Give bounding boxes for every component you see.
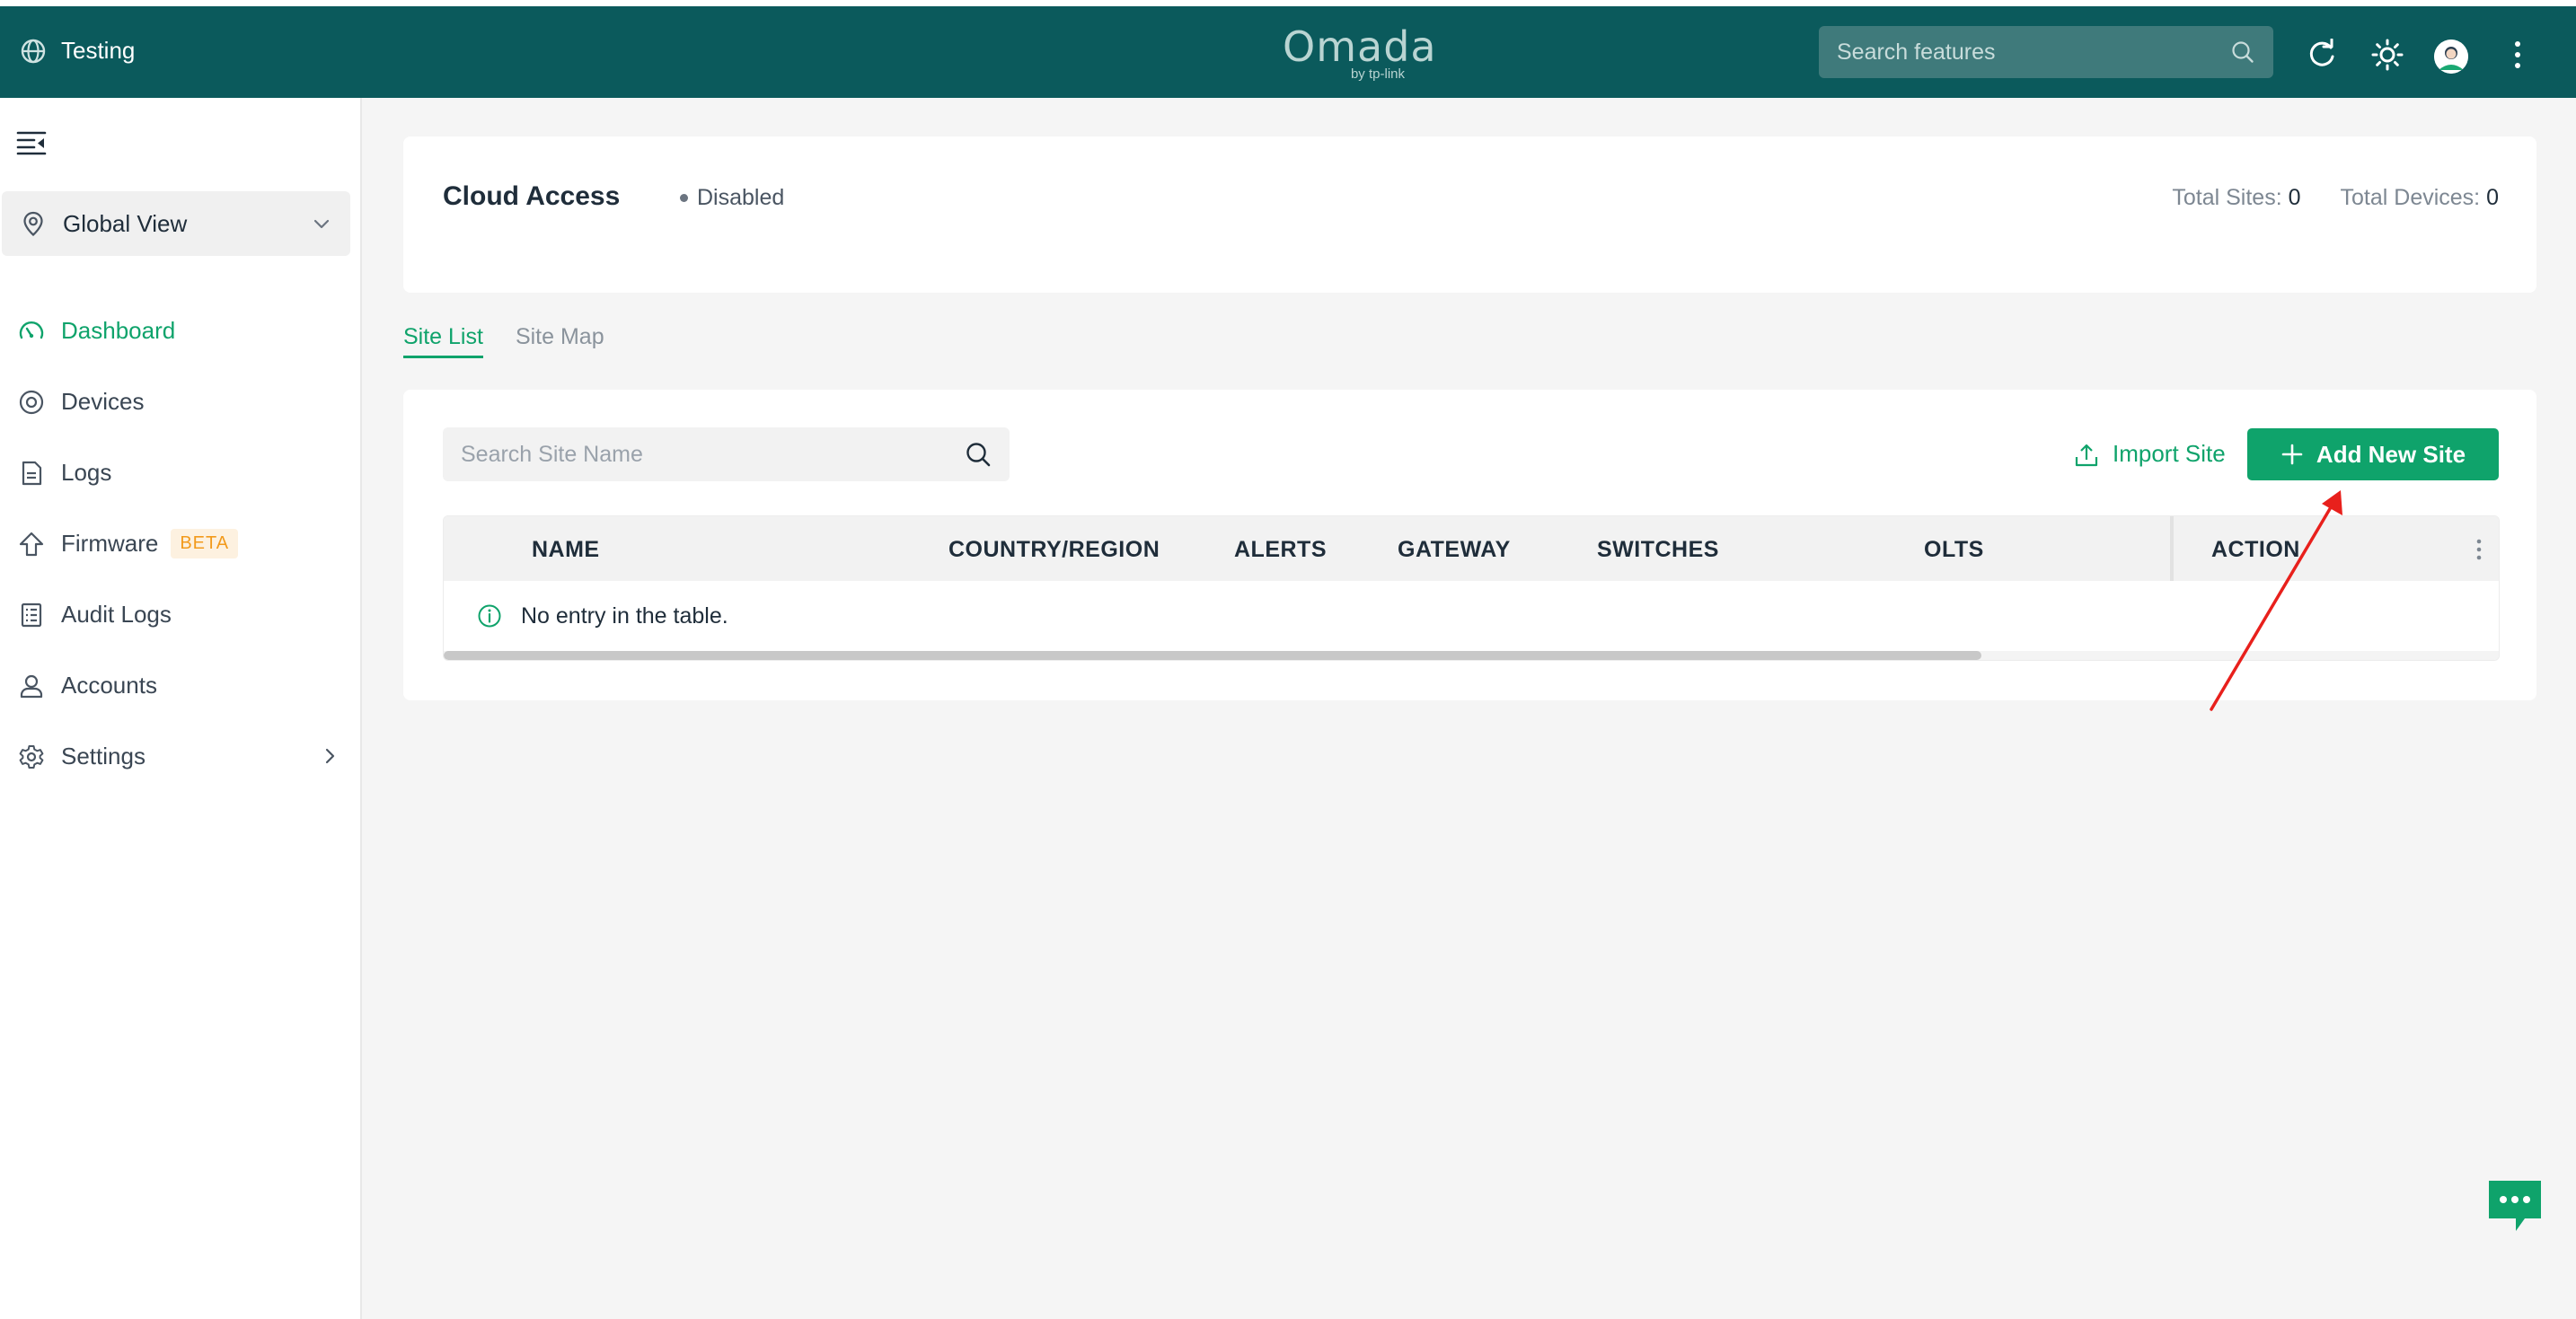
user-avatar[interactable] bbox=[2434, 40, 2468, 74]
site-search-input[interactable] bbox=[461, 441, 965, 468]
sidebar-item-label: Accounts bbox=[61, 672, 157, 699]
column-header-switches[interactable]: SWITCHES bbox=[1597, 537, 1719, 563]
add-new-site-label: Add New Site bbox=[2316, 440, 2466, 468]
logo-by: by tp-link bbox=[1350, 66, 1405, 82]
location-pin-icon bbox=[23, 211, 43, 236]
global-view-label: Global View bbox=[63, 209, 188, 237]
sidebar-item-logs[interactable]: Logs bbox=[0, 437, 359, 508]
feature-search[interactable] bbox=[1819, 26, 2273, 78]
sidebar-item-label: Settings bbox=[61, 743, 146, 769]
totals-summary: Total Sites: 0 Total Devices: 0 bbox=[2172, 185, 2499, 211]
omada-logo: Omada by tp-link bbox=[1283, 22, 1437, 82]
empty-table-row: No entry in the table. bbox=[476, 602, 728, 629]
audit-logs-icon bbox=[21, 602, 42, 627]
cloud-access-status: Disabled bbox=[680, 185, 784, 211]
total-devices-value: 0 bbox=[2486, 185, 2499, 210]
sidebar-nav: Dashboard Devices Logs Firmware BETA Aud… bbox=[0, 295, 359, 792]
column-header-name[interactable]: NAME bbox=[532, 537, 600, 563]
fixed-column-divider bbox=[2170, 516, 2174, 581]
site-search[interactable] bbox=[443, 427, 1010, 481]
column-header-olts[interactable]: OLTS bbox=[1924, 537, 1984, 563]
total-sites-label: Total Sites: bbox=[2172, 185, 2282, 210]
sidebar-item-label: Logs bbox=[61, 459, 112, 486]
cloud-status-text: Disabled bbox=[697, 185, 785, 210]
main-content: Cloud Access Disabled Total Sites: 0 Tot… bbox=[362, 98, 2576, 1319]
total-sites-value: 0 bbox=[2288, 185, 2301, 210]
table-header: NAME COUNTRY/REGION ALERTS GATEWAY SWITC… bbox=[444, 516, 2499, 581]
chat-icon[interactable] bbox=[2485, 1177, 2545, 1236]
info-icon bbox=[478, 604, 501, 628]
tab-site-map[interactable]: Site Map bbox=[516, 324, 604, 358]
cloud-access-card: Cloud Access Disabled Total Sites: 0 Tot… bbox=[403, 136, 2536, 293]
column-header-action: ACTION bbox=[2211, 537, 2300, 562]
empty-table-text: No entry in the table. bbox=[521, 602, 728, 629]
sidebar: Global View Dashboard Devices Logs Firmw… bbox=[0, 98, 362, 1319]
settings-icon bbox=[19, 744, 44, 769]
horizontal-scrollbar-thumb[interactable] bbox=[444, 651, 1981, 660]
sidebar-item-label: Devices bbox=[61, 388, 145, 415]
firmware-icon bbox=[19, 532, 44, 556]
search-icon[interactable] bbox=[965, 441, 992, 468]
sidebar-item-audit-logs[interactable]: Audit Logs bbox=[0, 579, 359, 650]
plus-icon bbox=[2281, 444, 2303, 465]
accounts-icon bbox=[20, 674, 43, 698]
import-site-label: Import Site bbox=[2113, 440, 2226, 467]
column-header-gateway[interactable]: GATEWAY bbox=[1398, 537, 1511, 563]
chevron-right-icon bbox=[325, 748, 335, 764]
chevron-down-icon bbox=[313, 219, 330, 229]
refresh-icon[interactable] bbox=[2306, 39, 2338, 71]
global-view-selector[interactable]: Global View bbox=[2, 191, 350, 256]
column-settings-icon[interactable] bbox=[2467, 536, 2491, 563]
status-dot bbox=[680, 194, 688, 202]
site-list-card: Import Site Add New Site NAME COUNTRY/RE… bbox=[403, 390, 2536, 700]
sidebar-item-firmware[interactable]: Firmware BETA bbox=[0, 508, 359, 579]
sidebar-item-devices[interactable]: Devices bbox=[0, 366, 359, 437]
import-site-button[interactable]: Import Site bbox=[2073, 440, 2226, 468]
app-root: Testing Omada by tp-link Search features… bbox=[0, 0, 2576, 1319]
dashboard-icon bbox=[19, 321, 44, 339]
total-devices-label: Total Devices: bbox=[2340, 185, 2481, 210]
cloud-access-title: Cloud Access bbox=[443, 181, 621, 211]
devices-icon bbox=[19, 390, 44, 414]
site-switcher[interactable]: Testing bbox=[20, 37, 135, 65]
collapse-menu-icon[interactable] bbox=[16, 127, 47, 157]
more-vertical-icon[interactable] bbox=[2501, 39, 2534, 71]
site-table: NAME COUNTRY/REGION ALERTS GATEWAY SWITC… bbox=[443, 515, 2500, 661]
logs-icon bbox=[22, 461, 42, 485]
theme-sun-icon[interactable] bbox=[2371, 39, 2404, 71]
column-header-alerts[interactable]: ALERTS bbox=[1234, 537, 1327, 563]
upload-icon bbox=[2075, 444, 2098, 466]
search-icon[interactable] bbox=[2230, 40, 2255, 65]
sidebar-item-label: Dashboard bbox=[61, 317, 176, 344]
total-devices: Total Devices: 0 bbox=[2341, 185, 2499, 211]
feature-search-input[interactable] bbox=[1837, 39, 2230, 66]
sidebar-item-settings[interactable]: Settings bbox=[0, 721, 359, 792]
sidebar-item-dashboard[interactable]: Dashboard bbox=[0, 295, 359, 366]
column-header-country-region[interactable]: COUNTRY/REGION bbox=[948, 537, 1160, 563]
total-sites: Total Sites: 0 bbox=[2172, 185, 2300, 211]
logo-word: Omada bbox=[1283, 22, 1437, 71]
site-tabs: Site List Site Map bbox=[403, 324, 604, 358]
sidebar-item-label: Firmware bbox=[61, 530, 159, 557]
site-name: Testing bbox=[61, 37, 136, 64]
avatar-icon bbox=[2434, 40, 2468, 74]
top-bar: Testing Omada by tp-link bbox=[0, 6, 2576, 98]
beta-badge: BETA bbox=[171, 529, 239, 558]
sidebar-item-accounts[interactable]: Accounts bbox=[0, 650, 359, 721]
tab-site-list[interactable]: Site List bbox=[403, 324, 483, 358]
sidebar-item-label: Audit Logs bbox=[61, 601, 172, 628]
globe-icon bbox=[21, 39, 46, 63]
add-new-site-button[interactable]: Add New Site bbox=[2247, 428, 2499, 480]
